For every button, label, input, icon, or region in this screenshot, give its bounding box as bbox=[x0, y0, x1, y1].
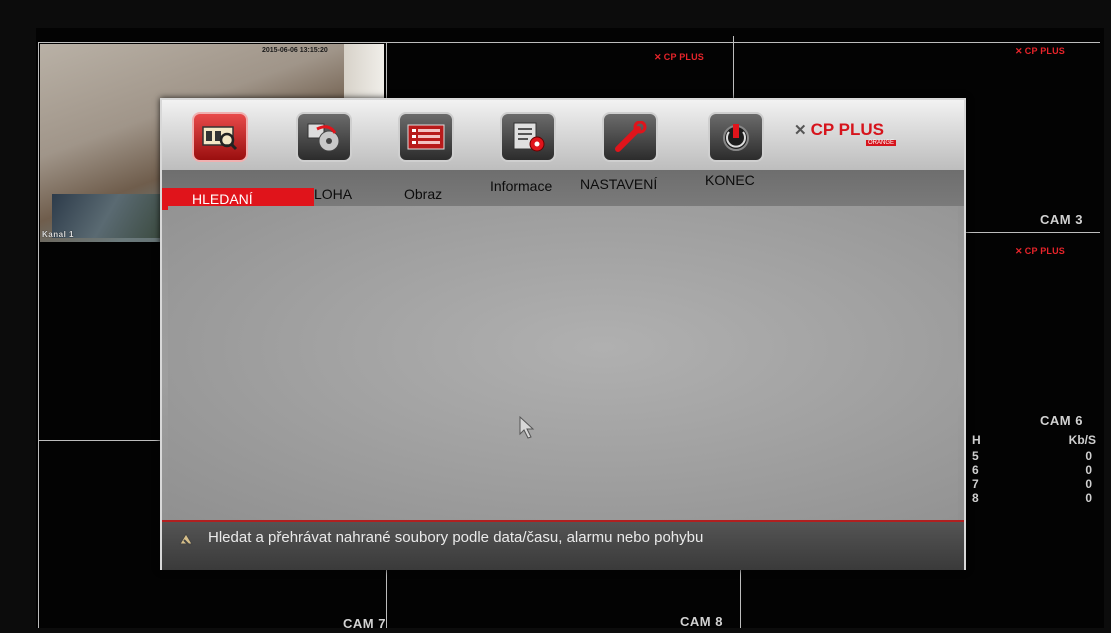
brand-subtitle: ORANGE bbox=[866, 140, 897, 146]
grid-line bbox=[38, 42, 39, 628]
info-settings-icon[interactable] bbox=[500, 112, 556, 162]
stats-channel: 7 bbox=[972, 477, 979, 491]
grid-line bbox=[38, 440, 160, 441]
info-settings-glyph bbox=[513, 122, 545, 152]
cam-6-label: CAM 6 bbox=[1040, 413, 1083, 428]
wrench-glyph bbox=[615, 121, 647, 152]
cam-3-label: CAM 3 bbox=[1040, 212, 1083, 227]
stats-rate: 0 bbox=[1085, 449, 1092, 463]
menu-content-area bbox=[168, 206, 958, 520]
search-film-glyph bbox=[202, 126, 238, 151]
power-icon[interactable] bbox=[708, 112, 764, 162]
stats-row: 80 bbox=[972, 491, 1096, 505]
cam-7-label: CAM 7 bbox=[343, 616, 386, 631]
stats-channel: 8 bbox=[972, 491, 979, 505]
cam-3-logo: ✕ CP PLUS bbox=[1015, 46, 1065, 56]
display-list-glyph bbox=[407, 124, 445, 150]
camera-timestamp: 2015-06-06 13:15:20 bbox=[262, 47, 328, 54]
search-film-icon[interactable] bbox=[192, 112, 248, 162]
camera-1-label: Kanal 1 bbox=[42, 230, 74, 239]
backup-disc-glyph bbox=[307, 123, 340, 152]
wrench-icon[interactable] bbox=[602, 112, 658, 162]
grid-line bbox=[733, 36, 734, 98]
stats-channel-header: H bbox=[972, 433, 981, 447]
stats-channel: 5 bbox=[972, 449, 979, 463]
tab-informace[interactable]: Informace bbox=[490, 178, 552, 194]
stats-rate: 0 bbox=[1085, 491, 1092, 505]
grid-line bbox=[386, 570, 387, 628]
grid-line bbox=[38, 42, 1100, 43]
cam-2-logo: ✕ CP PLUS bbox=[654, 52, 704, 62]
stats-rate: 0 bbox=[1085, 463, 1092, 477]
grid-line bbox=[740, 570, 741, 628]
bitrate-stats: H Kb/S 50 60 70 80 bbox=[972, 433, 1096, 523]
stats-row: 50 bbox=[972, 449, 1096, 463]
power-glyph bbox=[723, 124, 749, 151]
hint-icon bbox=[179, 533, 193, 547]
cam-8-label: CAM 8 bbox=[680, 614, 723, 629]
display-list-icon[interactable] bbox=[398, 112, 454, 162]
status-hint-text: Hledat a přehrávat nahrané soubory podle… bbox=[208, 529, 704, 546]
grid-line bbox=[386, 42, 387, 98]
stats-row: 60 bbox=[972, 463, 1096, 477]
stats-row: 70 bbox=[972, 477, 1096, 491]
cam-6-logo: ✕ CP PLUS bbox=[1015, 246, 1065, 256]
stats-channel: 6 bbox=[972, 463, 979, 477]
main-menu-dialog: ✕ CP PLUS ORANGE HLEDANÍ LOHA Obraz Infor… bbox=[160, 98, 966, 570]
stats-rate-header: Kb/S bbox=[1068, 433, 1096, 447]
tab-zaloha[interactable]: LOHA bbox=[314, 186, 352, 202]
tab-nastaveni[interactable]: NASTAVENÍ bbox=[580, 176, 657, 192]
stats-rate: 0 bbox=[1085, 477, 1092, 491]
backup-disc-icon[interactable] bbox=[296, 112, 352, 162]
tab-konec[interactable]: KONEC bbox=[705, 172, 755, 188]
brand-logo: ✕ CP PLUS bbox=[794, 120, 884, 139]
grid-line bbox=[966, 232, 1100, 233]
status-bar: Hledat a přehrávat nahrané soubory podle… bbox=[162, 520, 964, 570]
mouse-cursor-icon bbox=[519, 416, 535, 439]
tab-obraz[interactable]: Obraz bbox=[404, 186, 442, 202]
